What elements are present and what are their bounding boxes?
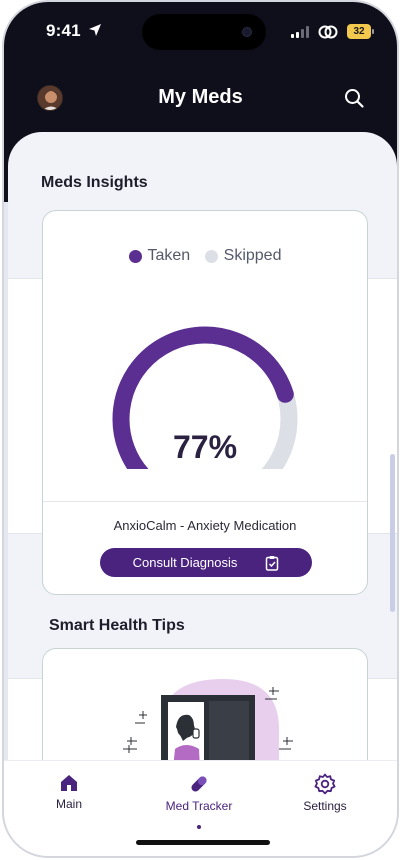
home-icon [61, 775, 77, 791]
section-title-tips: Smart Health Tips [49, 617, 185, 634]
adherence-percent: 77% [172, 429, 238, 465]
consult-diagnosis-label: Consult Diagnosis [132, 555, 238, 570]
legend-skipped: Skipped [204, 247, 282, 265]
tab-med-tracker-label: Med Tracker [165, 799, 233, 813]
tips-illustration [123, 679, 293, 772]
tab-settings[interactable]: Settings [280, 773, 370, 813]
skipped-dot-icon [204, 249, 218, 263]
main-content: Meds Insights Taken Skipped 77% AnxioCal… [8, 132, 397, 772]
scrollbar[interactable] [390, 454, 395, 612]
tab-main-label: Main [55, 797, 82, 811]
consult-diagnosis-button[interactable]: Consult Diagnosis [100, 548, 312, 577]
pill-icon [191, 776, 207, 792]
tips-card[interactable] [42, 648, 368, 772]
location-arrow-icon [89, 24, 101, 36]
legend-skipped-label: Skipped [223, 247, 282, 264]
legend-taken: Taken [128, 247, 191, 265]
page-title: My Meds [158, 86, 243, 108]
tab-main[interactable]: Main [24, 773, 114, 811]
section-title-insights: Meds Insights [41, 174, 148, 191]
status-time: 9:41 [46, 21, 81, 40]
taken-dot-icon [128, 249, 142, 263]
signal-icon [291, 26, 309, 38]
medication-name: AnxioCalm - Anxiety Medication [113, 518, 297, 533]
search-icon[interactable] [343, 87, 365, 109]
clipboard-check-icon [266, 555, 279, 571]
battery-icon: 32 [347, 24, 375, 39]
phone-frame: 9:41 32 My Meds Meds Insights Taken Skip… [2, 0, 399, 858]
tab-settings-label: Settings [303, 799, 347, 813]
dynamic-island [142, 14, 266, 50]
legend-taken-label: Taken [147, 247, 191, 264]
link-icon [318, 25, 338, 39]
gear-icon [314, 773, 336, 795]
active-tab-indicator [197, 825, 201, 829]
battery-level: 32 [347, 24, 371, 39]
tab-med-tracker[interactable]: Med Tracker [154, 773, 244, 829]
camera-icon [242, 27, 252, 37]
status-bar: 9:41 32 [4, 2, 397, 58]
chart-legend: Taken Skipped [43, 247, 367, 268]
insights-card: Taken Skipped 77% AnxioCalm - Anxiety Me… [42, 210, 368, 595]
home-indicator[interactable] [136, 840, 270, 845]
card-divider [43, 501, 367, 502]
